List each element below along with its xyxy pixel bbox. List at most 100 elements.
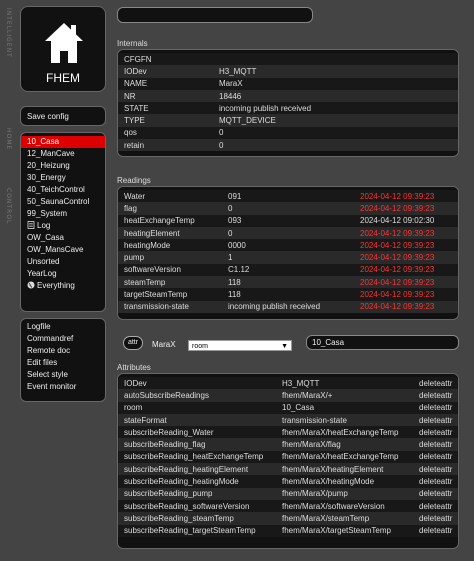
reading-timestamp: 2024-04-12 09:39:23 xyxy=(354,288,458,301)
reading-name[interactable]: Water xyxy=(118,190,222,203)
tool-item[interactable]: Edit files xyxy=(21,357,105,369)
room-item[interactable]: 50_SaunaControl xyxy=(21,196,105,208)
attribute-name[interactable]: IODev xyxy=(118,377,276,390)
room-item-label: 40_TeichControl xyxy=(27,185,85,194)
reading-name[interactable]: heatExchangeTemp xyxy=(118,214,222,227)
room-item[interactable]: OW_MansCave xyxy=(21,244,105,256)
brand-vertical-text-2: HOME xyxy=(5,128,12,151)
table-row: subscribeReading_flag fhem/MaraX/flag dele… xyxy=(118,438,458,451)
delete-attr-link[interactable]: deleteattr xyxy=(413,512,458,525)
attr-select[interactable]: room ▼ xyxy=(188,340,292,351)
attribute-name[interactable]: subscribeReading_heatExchangeTemp xyxy=(118,450,276,464)
delete-attr-link[interactable]: deleteattr xyxy=(413,401,458,414)
attribute-name[interactable]: autoSubscribeReadings xyxy=(118,389,276,402)
attribute-name[interactable]: subscribeReading_Water xyxy=(118,426,276,439)
delete-attr-link[interactable]: deleteattr xyxy=(413,475,458,488)
room-item[interactable]: 20_Heizung xyxy=(21,160,105,172)
room-item-label: 12_ManCave xyxy=(27,149,75,158)
internal-name: CFGFN xyxy=(118,53,213,66)
room-item[interactable]: 30_Energy xyxy=(21,172,105,184)
internal-value: 0 xyxy=(213,139,458,152)
table-row: subscribeReading_Water fhem/MaraX/heatExc… xyxy=(118,426,458,439)
table-row: TYPE MQTT_DEVICE xyxy=(118,114,458,127)
attribute-value: fhem/MaraX/heatingElement xyxy=(276,463,413,476)
tool-item[interactable]: Event monitor xyxy=(21,381,105,393)
attribute-value: fhem/MaraX/steamTemp xyxy=(276,512,413,525)
attr-value-input[interactable]: 10_Casa xyxy=(306,335,459,350)
reading-name[interactable]: targetSteamTemp xyxy=(118,288,222,301)
delete-attr-link[interactable]: deleteattr xyxy=(413,450,458,464)
delete-attr-link[interactable]: deleteattr xyxy=(413,389,458,402)
reading-name[interactable]: heatingElement xyxy=(118,226,222,240)
table-row: room 10_Casa deleteattr xyxy=(118,401,458,414)
attribute-value: fhem/MaraX/flag xyxy=(276,438,413,451)
tool-item[interactable]: Commandref xyxy=(21,333,105,345)
fhem-logo[interactable]: FHEM xyxy=(20,6,106,92)
tool-item[interactable]: Select style xyxy=(21,369,105,381)
room-item-label: YearLog xyxy=(27,269,57,278)
table-row: STATE incoming publish received xyxy=(118,102,458,115)
reading-timestamp: 2024-04-12 09:39:23 xyxy=(354,251,458,264)
document-icon xyxy=(27,221,35,229)
room-item[interactable]: 40_TeichControl xyxy=(21,184,105,196)
attribute-name[interactable]: subscribeReading_softwareVersion xyxy=(118,499,276,513)
delete-attr-link[interactable]: deleteattr xyxy=(413,426,458,439)
reading-name[interactable]: transmission-state xyxy=(118,300,222,313)
save-config-button[interactable]: Save config xyxy=(21,111,105,123)
room-item[interactable]: 12_ManCave xyxy=(21,148,105,160)
command-input[interactable] xyxy=(117,7,313,23)
room-item[interactable]: 99_System xyxy=(21,208,105,220)
delete-attr-link[interactable]: deleteattr xyxy=(413,499,458,513)
room-item[interactable]: Unsorted xyxy=(21,256,105,268)
tool-item[interactable]: Remote doc xyxy=(21,345,105,357)
reading-timestamp: 2024-04-12 09:39:23 xyxy=(354,300,458,313)
tools-menu: Logfile Commandref Remote doc Edit files Sel… xyxy=(20,318,106,402)
attribute-value: 10_Casa xyxy=(276,401,413,414)
delete-attr-link[interactable]: deleteattr xyxy=(413,487,458,500)
table-row: CFGFN xyxy=(118,53,458,66)
tool-item[interactable]: Logfile xyxy=(21,321,105,333)
reading-timestamp: 2024-04-12 09:39:23 xyxy=(354,276,458,289)
room-item[interactable]: OW_Casa xyxy=(21,232,105,244)
reading-value: 1 xyxy=(222,251,354,264)
attribute-name[interactable]: stateFormat xyxy=(118,413,276,427)
reading-name[interactable]: heatingMode xyxy=(118,239,222,252)
home-icon xyxy=(45,23,83,63)
table-row: subscribeReading_targetSteamTemp fhem/Mar… xyxy=(118,524,458,537)
room-item-label: Log xyxy=(37,221,51,230)
room-item[interactable]: YearLog xyxy=(21,268,105,280)
delete-attr-link[interactable]: deleteattr xyxy=(413,413,458,427)
room-item-label: 50_SaunaControl xyxy=(27,197,90,206)
attribute-name[interactable]: room xyxy=(118,401,276,414)
reading-name[interactable]: steamTemp xyxy=(118,276,222,289)
room-item[interactable]: Log xyxy=(21,220,105,232)
table-row: IODev H3_MQTT xyxy=(118,65,458,78)
reading-timestamp: 2024-04-12 09:39:23 xyxy=(354,239,458,252)
room-item-label: 30_Energy xyxy=(27,173,66,182)
internal-name: NAME xyxy=(118,77,213,90)
attribute-name[interactable]: subscribeReading_heatingMode xyxy=(118,475,276,488)
attribute-name[interactable]: subscribeReading_targetSteamTemp xyxy=(118,524,276,537)
attr-button[interactable]: attr xyxy=(123,336,143,350)
attribute-name[interactable]: subscribeReading_pump xyxy=(118,487,276,500)
room-item[interactable]: 10_Casa xyxy=(21,136,105,148)
reading-timestamp: 2024-04-12 09:39:23 xyxy=(354,202,458,215)
reading-name[interactable]: softwareVersion xyxy=(118,263,222,277)
table-row: subscribeReading_heatExchangeTemp fhem/Ma… xyxy=(118,450,458,464)
table-row: pump 1 2024-04-12 09:39:23 xyxy=(118,251,458,264)
delete-attr-link[interactable]: deleteattr xyxy=(413,524,458,537)
delete-attr-link[interactable]: deleteattr xyxy=(413,377,458,390)
room-item[interactable]: Everything xyxy=(21,280,105,292)
reading-name[interactable]: flag xyxy=(118,202,222,215)
reading-value: 118 xyxy=(222,288,354,301)
room-item-label: OW_Casa xyxy=(27,233,64,242)
delete-attr-link[interactable]: deleteattr xyxy=(413,438,458,451)
attribute-name[interactable]: subscribeReading_heatingElement xyxy=(118,463,276,476)
attribute-name[interactable]: subscribeReading_flag xyxy=(118,438,276,451)
reading-name[interactable]: pump xyxy=(118,251,222,264)
attribute-name[interactable]: subscribeReading_steamTemp xyxy=(118,512,276,525)
table-row: subscribeReading_heatingElement fhem/Mara… xyxy=(118,463,458,476)
reading-value: 0000 xyxy=(222,239,354,252)
room-item-label: Everything xyxy=(37,281,75,290)
delete-attr-link[interactable]: deleteattr xyxy=(413,463,458,476)
